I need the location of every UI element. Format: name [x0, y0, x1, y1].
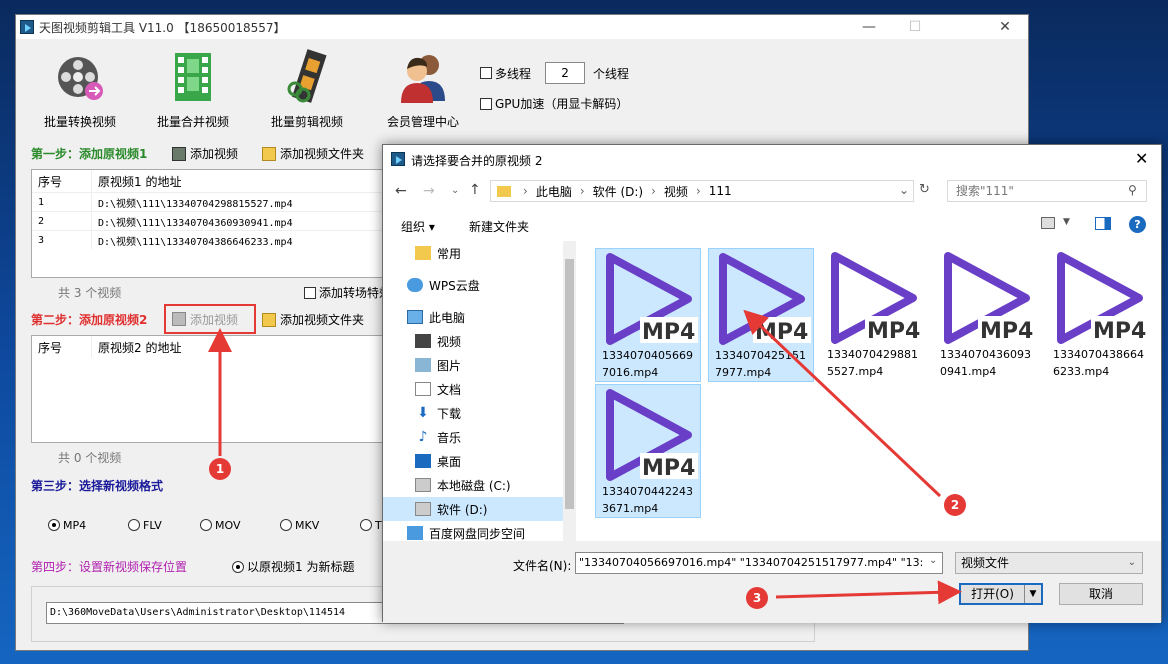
annotation-arrow-2: [743, 309, 942, 498]
annotation-arrow-3: [775, 580, 962, 605]
annotation-badge: 2: [944, 494, 966, 516]
annotation-arrows: [208, 309, 962, 605]
annotation-badge: 1: [209, 458, 231, 480]
annotation-badge: 3: [746, 587, 768, 609]
